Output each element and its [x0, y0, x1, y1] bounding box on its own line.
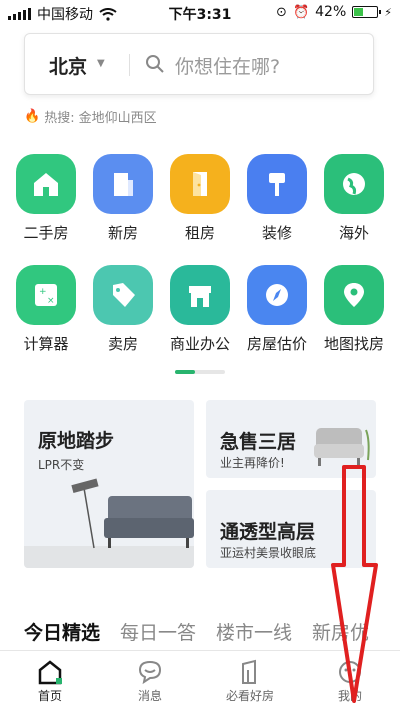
tab-today-picks[interactable]: 今日精选 — [24, 618, 100, 645]
grid-item-label: 地图找房 — [323, 335, 384, 353]
globe-icon — [324, 154, 384, 214]
hot-search[interactable]: 🔥 热搜: 金地仰山西区 — [24, 107, 157, 126]
annotation-arrow — [331, 465, 378, 703]
banner-card-1[interactable]: 原地踏步 LPR不变 — [24, 400, 194, 568]
grid-item-decoration[interactable]: 装修 — [239, 154, 315, 243]
grid-item-label: 租房 — [184, 224, 215, 242]
city-selector[interactable]: 北京 — [49, 52, 87, 79]
battery-percent: 42% — [315, 4, 347, 20]
grid-item-new-home[interactable]: 新房 — [85, 154, 161, 243]
grid-item-commercial[interactable]: 商业办公 — [162, 265, 238, 354]
divider — [129, 54, 130, 76]
tab-market-news[interactable]: 楼市一线 — [216, 618, 292, 645]
search-input[interactable]: 你想住在哪? — [175, 52, 280, 79]
banner-subtitle: 亚运村美景收眼底 — [220, 546, 317, 560]
grid-item-calculator[interactable]: + × 计算器 — [8, 265, 84, 354]
grid-item-label: 计算器 — [23, 335, 69, 353]
grid-item-label: 装修 — [261, 224, 292, 242]
door-icon — [170, 154, 230, 214]
building-icon — [93, 154, 153, 214]
grid-item-label: 房屋估价 — [246, 335, 307, 353]
grid-item-label: 新房 — [107, 224, 138, 242]
banner-title: 急售三居 — [220, 431, 297, 453]
nav-label: 首页 — [37, 689, 62, 703]
grid-item-label: 二手房 — [23, 224, 69, 242]
charging-icon: ⚡ — [384, 5, 392, 19]
message-icon — [138, 660, 162, 685]
brush-icon — [247, 154, 307, 214]
grid-item-rent[interactable]: 租房 — [162, 154, 238, 243]
building-outline-icon — [242, 659, 256, 684]
chevron-down-icon[interactable]: ▼ — [97, 58, 105, 69]
nav-must-see[interactable]: 必看好房 — [210, 657, 290, 704]
tab-daily-qa[interactable]: 每日一答 — [120, 618, 196, 645]
hot-search-prefix: 热搜: — [44, 111, 75, 126]
grid-item-overseas[interactable]: 海外 — [316, 154, 392, 243]
search-bar: 北京 ▼ 你想住在哪? — [24, 33, 374, 95]
tag-icon — [93, 265, 153, 325]
page-indicator — [175, 370, 225, 374]
feed-tabs: 今日精选 每日一答 楼市一线 新房优 — [24, 618, 369, 645]
nav-label: 消息 — [137, 689, 162, 703]
banner-subtitle: 业主再降价! — [220, 456, 285, 470]
svg-text:+: + — [39, 287, 47, 297]
compass-icon — [247, 265, 307, 325]
home-icon — [38, 660, 62, 685]
nav-label: 必看好房 — [225, 689, 274, 703]
svg-text:×: × — [47, 296, 55, 306]
flame-icon: 🔥 — [24, 109, 41, 124]
living-room-illustration — [24, 478, 194, 568]
calculator-icon: + × — [16, 265, 76, 325]
alarm-icon: ⏰ — [292, 4, 310, 20]
grid-item-second-hand[interactable]: 二手房 — [8, 154, 84, 243]
armchair-illustration — [314, 428, 370, 466]
grid-item-label: 海外 — [338, 224, 369, 242]
rotation-lock-icon: ⊙ — [276, 4, 287, 20]
grid-item-label: 卖房 — [107, 335, 138, 353]
house-icon — [16, 154, 76, 214]
map-pin-icon — [324, 265, 384, 325]
grid-item-sell[interactable]: 卖房 — [85, 265, 161, 354]
nav-home[interactable]: 首页 — [10, 657, 90, 704]
nav-messages[interactable]: 消息 — [110, 657, 190, 704]
banner-title: 通透型高层 — [220, 521, 316, 543]
status-bar: 中国移动 下午3:31 ⊙ ⏰ 42% ⚡ — [0, 0, 400, 26]
grid-item-map[interactable]: 地图找房 — [316, 265, 392, 354]
banner-title: 原地踏步 — [38, 430, 115, 452]
grid-item-label: 商业办公 — [169, 335, 230, 353]
hot-search-term[interactable]: 金地仰山西区 — [79, 107, 157, 126]
battery-icon — [352, 6, 382, 18]
grid-item-valuation[interactable]: 房屋估价 — [239, 265, 315, 354]
shop-icon — [170, 265, 230, 325]
search-icon — [146, 55, 164, 73]
